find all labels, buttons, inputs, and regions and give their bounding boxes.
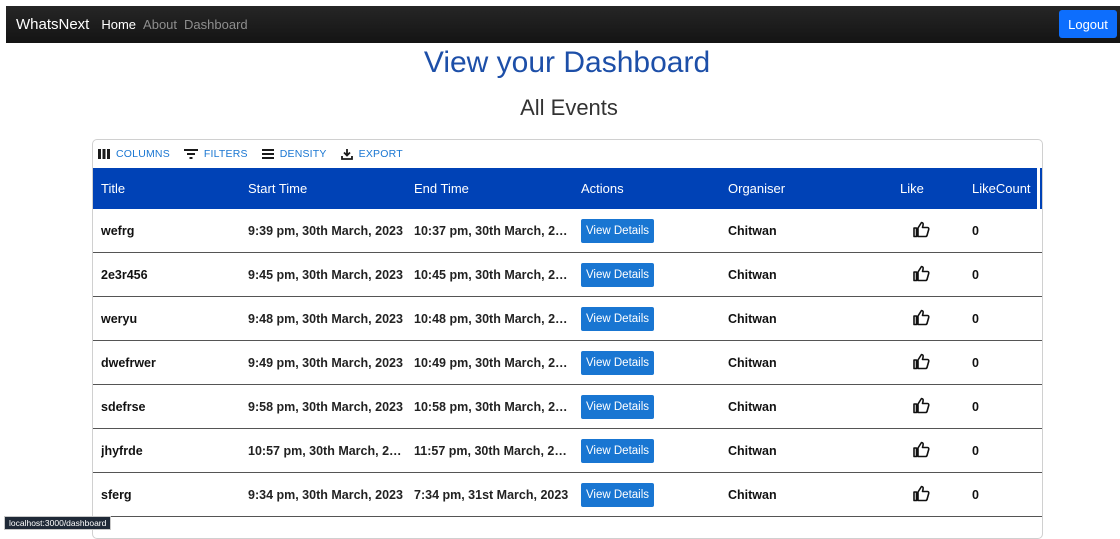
cell-end-time: 11:57 pm, 30th March, 20… — [414, 443, 569, 458]
cell-like-count: 0 — [972, 355, 979, 370]
cell-title: weryu — [101, 311, 138, 326]
density-label: Density — [279, 148, 327, 160]
cell-like-count: 0 — [972, 223, 979, 238]
cell-organiser: Chitwan — [728, 223, 777, 238]
table-row[interactable]: sdefrse 9:58 pm, 30th March, 2023 10:58 … — [93, 385, 1042, 429]
export-icon — [340, 148, 353, 160]
cell-title: jhyfrde — [101, 443, 143, 458]
cell-end-time: 7:34 pm, 31st March, 2023 — [414, 487, 569, 502]
column-header-actions[interactable]: Actions — [581, 181, 681, 196]
cell-title: sdefrse — [101, 399, 146, 414]
nav-link-about[interactable]: About — [143, 17, 177, 32]
table-row[interactable]: 2e3r456 9:45 pm, 30th March, 2023 10:45 … — [93, 253, 1042, 297]
cell-end-time: 10:49 pm, 30th March, 20… — [414, 355, 569, 370]
filters-label: Filters — [203, 148, 248, 160]
density-button[interactable]: Density — [261, 148, 327, 160]
cell-end-time: 10:48 pm, 30th March, 20… — [414, 311, 569, 326]
cell-organiser: Chitwan — [728, 443, 777, 458]
column-header-title[interactable]: Title — [101, 181, 241, 196]
header-scrollbar[interactable] — [1037, 168, 1040, 209]
cell-organiser: Chitwan — [728, 355, 777, 370]
thumbs-up-icon[interactable] — [912, 353, 934, 372]
view-details-button[interactable]: View Details — [581, 394, 654, 419]
thumbs-up-icon[interactable] — [912, 265, 934, 284]
cell-end-time: 10:45 pm, 30th March, 20… — [414, 267, 569, 282]
cell-organiser: Chitwan — [728, 487, 777, 502]
cell-end-time: 10:58 pm, 30th March, 20… — [414, 399, 569, 414]
view-details-button[interactable]: View Details — [581, 306, 654, 331]
table-row[interactable]: sferg 9:34 pm, 30th March, 2023 7:34 pm,… — [93, 473, 1042, 517]
filter-icon — [183, 149, 198, 159]
logout-button[interactable]: Logout — [1059, 10, 1117, 38]
table-row[interactable]: wefrg 9:39 pm, 30th March, 2023 10:37 pm… — [93, 209, 1042, 253]
view-details-button[interactable]: View Details — [581, 218, 654, 243]
view-details-button[interactable]: View Details — [581, 438, 654, 463]
cell-title: wefrg — [101, 223, 135, 238]
column-header-start-time[interactable]: Start Time — [248, 181, 406, 196]
cell-end-time: 10:37 pm, 30th March, 20… — [414, 223, 569, 238]
thumbs-up-icon[interactable] — [912, 221, 934, 240]
columns-label: Columns — [116, 148, 170, 160]
cell-start-time: 9:39 pm, 30th March, 2023 — [248, 223, 403, 238]
cell-start-time: 9:45 pm, 30th March, 2023 — [248, 267, 403, 282]
density-icon — [261, 149, 274, 159]
thumbs-up-icon[interactable] — [912, 485, 934, 504]
page-subtitle: All Events — [520, 95, 618, 120]
view-details-button[interactable]: View Details — [581, 350, 654, 375]
columns-button[interactable]: Columns — [98, 148, 170, 160]
navbar: WhatsNext Home About Dashboard Logout — [6, 6, 1120, 43]
cell-start-time: 10:57 pm, 30th March, 20… — [248, 443, 406, 458]
cell-title: 2e3r456 — [101, 267, 148, 282]
columns-icon — [98, 149, 110, 159]
thumbs-up-icon[interactable] — [912, 441, 934, 460]
nav-link-home[interactable]: Home — [101, 17, 136, 32]
cell-like-count: 0 — [972, 311, 979, 326]
cell-organiser: Chitwan — [728, 311, 777, 326]
cell-like-count: 0 — [972, 399, 979, 414]
cell-start-time: 9:34 pm, 30th March, 2023 — [248, 487, 403, 502]
thumbs-up-icon[interactable] — [912, 309, 934, 328]
export-label: Export — [358, 148, 403, 160]
view-details-button[interactable]: View Details — [581, 482, 654, 507]
cell-like-count: 0 — [972, 267, 979, 282]
column-header-like[interactable]: Like — [900, 181, 940, 196]
cell-start-time: 9:48 pm, 30th March, 2023 — [248, 311, 403, 326]
column-header-end-time[interactable]: End Time — [414, 181, 569, 196]
column-header-organiser[interactable]: Organiser — [728, 181, 848, 196]
page-title: View your Dashboard — [423, 46, 711, 79]
view-details-button[interactable]: View Details — [581, 262, 654, 287]
cell-start-time: 9:58 pm, 30th March, 2023 — [248, 399, 403, 414]
thumbs-up-icon[interactable] — [912, 397, 934, 416]
grid-toolbar: Columns Filters Density Export — [93, 140, 1042, 168]
events-data-grid: Columns Filters Density Export — [92, 139, 1043, 539]
cell-start-time: 9:49 pm, 30th March, 2023 — [248, 355, 403, 370]
nav-link-dashboard[interactable]: Dashboard — [184, 17, 248, 32]
brand-logo[interactable]: WhatsNext — [16, 16, 89, 33]
table-row[interactable]: dwefrwer 9:49 pm, 30th March, 2023 10:49… — [93, 341, 1042, 385]
cell-title: dwefrwer — [101, 355, 156, 370]
table-row[interactable]: jhyfrde 10:57 pm, 30th March, 20… 11:57 … — [93, 429, 1042, 473]
filters-button[interactable]: Filters — [183, 148, 248, 160]
cell-organiser: Chitwan — [728, 267, 777, 282]
column-header-likecount[interactable]: LikeCount — [972, 181, 1042, 196]
table-row[interactable]: weryu 9:48 pm, 30th March, 2023 10:48 pm… — [93, 297, 1042, 341]
table-header: Title Start Time End Time Actions Organi… — [93, 168, 1042, 209]
cell-title: sferg — [101, 487, 132, 502]
cell-like-count: 0 — [972, 487, 979, 502]
export-button[interactable]: Export — [340, 148, 403, 160]
cell-organiser: Chitwan — [728, 399, 777, 414]
cell-like-count: 0 — [972, 443, 979, 458]
